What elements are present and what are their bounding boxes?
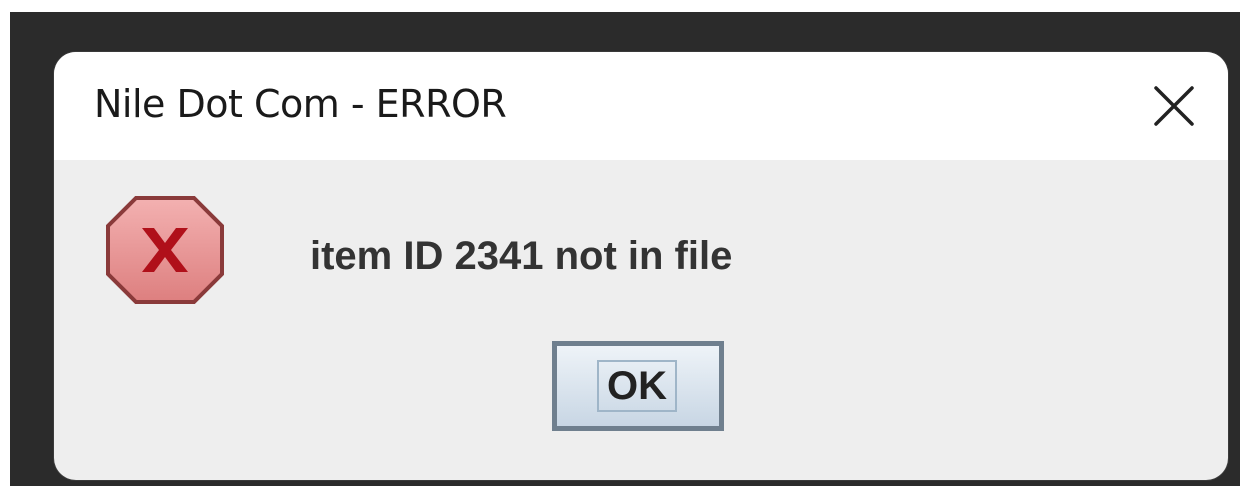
error-icon [106, 196, 224, 304]
dialog-title: Nile Dot Com - ERROR [94, 82, 507, 126]
ok-focus-ring: OK [597, 360, 677, 412]
dialog-body: item ID 2341 not in file OK [54, 160, 1228, 480]
ok-button[interactable]: OK [552, 341, 724, 431]
close-icon [1154, 86, 1194, 126]
close-button[interactable] [1146, 78, 1202, 134]
ok-label: OK [607, 364, 667, 408]
error-message: item ID 2341 not in file [310, 234, 733, 278]
error-dialog: Nile Dot Com - ERROR item ID 2341 not in… [54, 52, 1228, 480]
title-bar: Nile Dot Com - ERROR [54, 52, 1228, 160]
window-frame: Nile Dot Com - ERROR item ID 2341 not in… [10, 12, 1240, 486]
